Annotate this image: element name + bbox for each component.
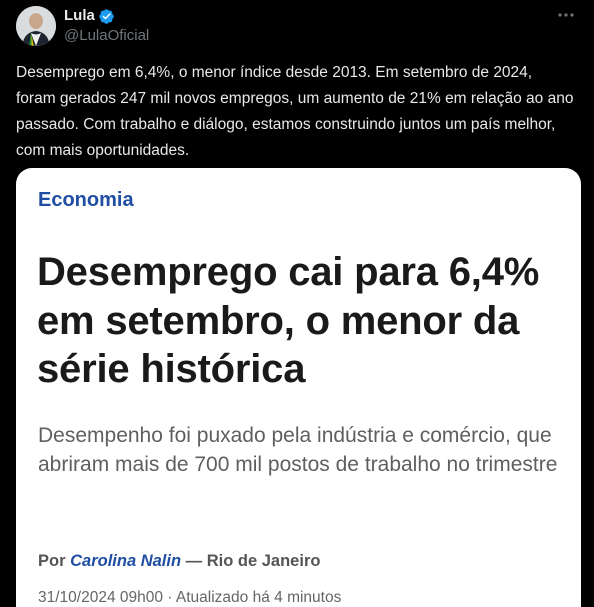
byline-location: Rio de Janeiro [206,552,321,570]
card-timestamp: 31/10/2024 09h00 · Atualizado há 4 minut… [38,589,342,606]
byline-author: Carolina Nalin [70,552,182,570]
avatar-image [16,6,56,46]
verified-badge-icon[interactable] [98,8,115,25]
link-preview-card[interactable]: Economia Desemprego cai para 6,4% em set… [16,168,581,607]
byline-prefix: Por [38,552,66,570]
name-row: Lula [64,7,578,25]
display-name[interactable]: Lula [64,7,95,25]
tweet: Lula @LulaOficial Desemprego em 6,4%, o … [0,0,594,607]
tweet-text: Desemprego em 6,4%, o menor índice desde… [16,64,574,159]
more-options-icon[interactable] [554,5,578,25]
tweet-header: Lula @LulaOficial [64,7,578,45]
card-headline: Desemprego cai para 6,4% em setembro, o … [37,250,540,391]
card-section-label: Economia [38,189,134,211]
user-handle[interactable]: @LulaOficial [64,27,578,45]
card-subtitle: Desempenho foi puxado pela indústria e c… [38,424,558,476]
byline-separator: — [185,552,203,570]
avatar[interactable] [16,6,56,46]
card-byline: Por Carolina Nalin — Rio de Janeiro [38,552,320,571]
